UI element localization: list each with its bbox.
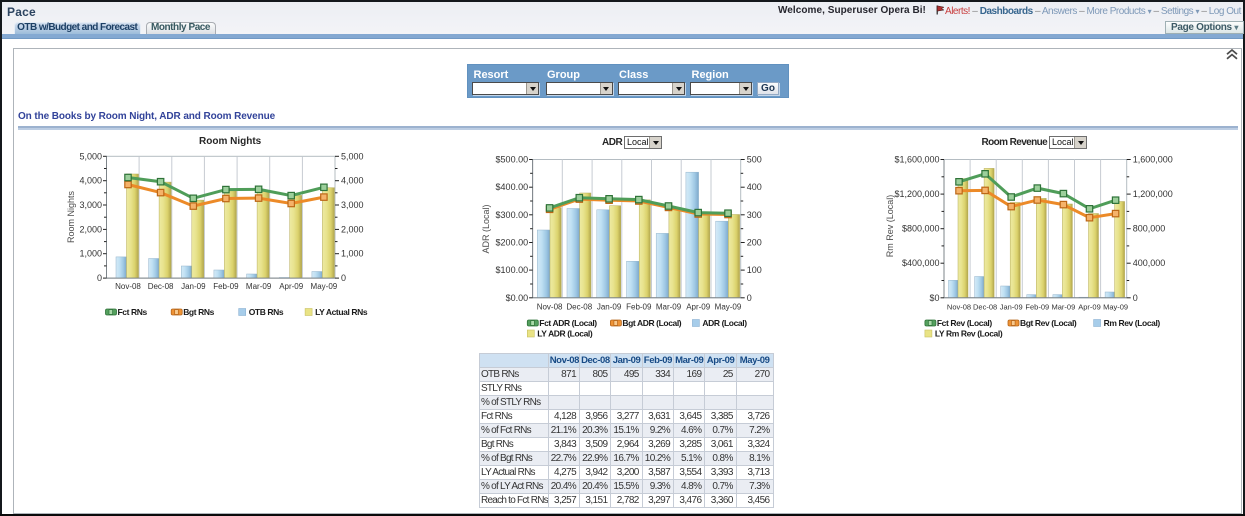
svg-text:$400.00: $400.00 — [496, 182, 529, 192]
svg-text:Mar-09: Mar-09 — [246, 282, 272, 291]
svg-text:2,000: 2,000 — [341, 224, 364, 234]
svg-text:1,200,000: 1,200,000 — [1133, 189, 1173, 199]
svg-text:$1,600,000: $1,600,000 — [894, 155, 939, 165]
svg-text:200: 200 — [747, 238, 762, 248]
svg-text:Feb-09: Feb-09 — [626, 303, 652, 312]
svg-text:$400,000: $400,000 — [902, 258, 940, 268]
svg-text:Room Nights: Room Nights — [66, 190, 76, 243]
svg-text:May-09: May-09 — [1103, 303, 1128, 312]
svg-text:1,000: 1,000 — [79, 249, 102, 259]
svg-text:0: 0 — [341, 273, 346, 283]
svg-text:Nov-08: Nov-08 — [537, 303, 563, 312]
svg-text:May-09: May-09 — [311, 282, 338, 291]
svg-text:Feb-09: Feb-09 — [213, 282, 239, 291]
svg-text:$200.00: $200.00 — [496, 238, 529, 248]
svg-text:$300.00: $300.00 — [496, 210, 529, 220]
svg-text:100: 100 — [747, 265, 762, 275]
svg-text:Rm Rev (Local): Rm Rev (Local) — [1104, 318, 1161, 328]
svg-text:May-09: May-09 — [715, 303, 742, 312]
svg-text:OTB RNs: OTB RNs — [249, 307, 284, 317]
svg-text:$0.00: $0.00 — [506, 293, 529, 303]
svg-text:3,000: 3,000 — [79, 200, 102, 210]
svg-text:0: 0 — [1133, 293, 1138, 303]
svg-text:500: 500 — [747, 155, 762, 165]
svg-text:400: 400 — [747, 182, 762, 192]
svg-text:LY Rm Rev (Local): LY Rm Rev (Local) — [935, 329, 1003, 339]
svg-text:Bgt RNs: Bgt RNs — [183, 307, 214, 317]
svg-text:Bgt Rev (Local): Bgt Rev (Local) — [1020, 318, 1077, 328]
svg-text:Apr-09: Apr-09 — [279, 282, 304, 291]
svg-text:5,000: 5,000 — [79, 151, 102, 161]
svg-text:800,000: 800,000 — [1133, 224, 1166, 234]
svg-text:1,600,000: 1,600,000 — [1133, 155, 1173, 165]
svg-text:400,000: 400,000 — [1133, 258, 1166, 268]
svg-text:Feb-09: Feb-09 — [1025, 303, 1049, 312]
svg-text:ADR (Local): ADR (Local) — [702, 318, 747, 328]
svg-text:Apr-09: Apr-09 — [1078, 303, 1101, 312]
svg-text:Nov-08: Nov-08 — [947, 303, 971, 312]
svg-text:ADR (Local): ADR (Local) — [481, 204, 491, 253]
svg-text:Dec-08: Dec-08 — [148, 282, 174, 291]
svg-text:0: 0 — [747, 293, 752, 303]
svg-text:Jan-09: Jan-09 — [181, 282, 206, 291]
svg-text:4,000: 4,000 — [79, 176, 102, 186]
svg-text:300: 300 — [747, 210, 762, 220]
svg-text:Rm Rev (Local): Rm Rev (Local) — [885, 195, 895, 258]
svg-text:Dec-08: Dec-08 — [566, 303, 592, 312]
svg-text:Dec-08: Dec-08 — [973, 303, 997, 312]
svg-text:$800,000: $800,000 — [902, 224, 940, 234]
svg-text:Apr-09: Apr-09 — [686, 303, 711, 312]
svg-text:4,000: 4,000 — [341, 176, 364, 186]
svg-text:Nov-08: Nov-08 — [115, 282, 141, 291]
svg-text:1,000: 1,000 — [341, 249, 364, 259]
svg-text:Fct Rev (Local): Fct Rev (Local) — [937, 318, 992, 328]
svg-text:Fct ADR (Local): Fct ADR (Local) — [539, 318, 597, 328]
svg-text:Fct RNs: Fct RNs — [118, 307, 148, 317]
svg-text:$0: $0 — [929, 293, 939, 303]
svg-text:Mar-09: Mar-09 — [656, 303, 682, 312]
svg-text:$1,200,000: $1,200,000 — [894, 189, 939, 199]
svg-text:5,000: 5,000 — [341, 151, 364, 161]
svg-text:Mar-09: Mar-09 — [1052, 303, 1076, 312]
svg-text:3,000: 3,000 — [341, 200, 364, 210]
svg-text:LY ADR (Local): LY ADR (Local) — [537, 329, 593, 339]
svg-text:Jan-09: Jan-09 — [1000, 303, 1023, 312]
svg-text:Bgt ADR (Local): Bgt ADR (Local) — [622, 318, 681, 328]
svg-text:0: 0 — [97, 273, 102, 283]
svg-text:Jan-09: Jan-09 — [597, 303, 622, 312]
svg-text:$500.00: $500.00 — [496, 155, 529, 165]
svg-text:2,000: 2,000 — [79, 224, 102, 234]
svg-text:$100.00: $100.00 — [496, 265, 529, 275]
svg-text:LY Actual RNs: LY Actual RNs — [315, 307, 368, 317]
